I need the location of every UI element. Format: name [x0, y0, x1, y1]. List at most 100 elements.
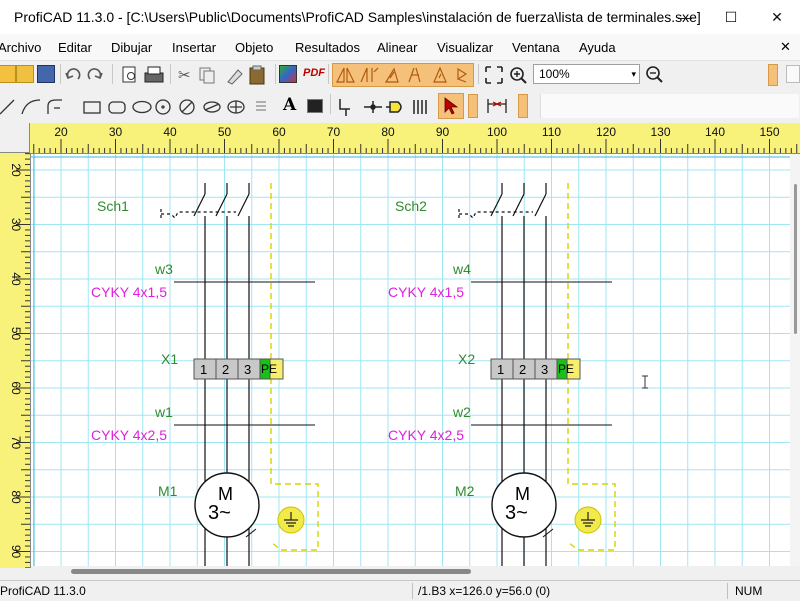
schematic-unit-1: [160, 183, 319, 566]
zoom-out-icon[interactable]: [645, 65, 665, 85]
menu-dibujar[interactable]: Dibujar: [111, 40, 152, 55]
h-ruler-label: 110: [542, 125, 561, 139]
undo-redo-icons[interactable]: [64, 65, 104, 85]
table-tool-icon[interactable]: [307, 99, 323, 113]
vertical-scrollbar-thumb[interactable]: [794, 184, 797, 334]
wire-tools-icons[interactable]: [338, 96, 438, 118]
motor-glyph-3-phase: 3~: [505, 502, 528, 524]
pdf-export-icon[interactable]: PDF: [303, 67, 325, 79]
extra-toolbar-stub[interactable]: [786, 65, 800, 83]
zoom-tools-icons[interactable]: [484, 65, 528, 85]
switch-label-sch1: Sch1: [97, 198, 129, 214]
dimension-tool-icon[interactable]: [485, 96, 515, 116]
menu-resultados[interactable]: Resultados: [295, 40, 360, 55]
separator: [275, 64, 276, 84]
menu-alinear[interactable]: Alinear: [377, 40, 417, 55]
h-ruler-label: 50: [218, 125, 232, 139]
h-ruler-label: 130: [650, 125, 670, 139]
open-folder-icon[interactable]: [16, 65, 34, 83]
horizontal-scrollbar-thumb[interactable]: [71, 569, 471, 574]
vertical-ruler-ticks: 20 30 40 50 60 70 80 90: [9, 153, 30, 568]
cable-type-w2: CYKY 4x2,5: [388, 427, 465, 443]
toolbar-overflow-chevron[interactable]: [518, 94, 528, 118]
separator: [60, 64, 61, 84]
terminal-2: 2: [222, 362, 230, 377]
cable-type-w3: CYKY 4x1,5: [91, 284, 168, 300]
status-numlock: NUM: [735, 584, 763, 598]
cable-name-w4: w4: [453, 261, 471, 277]
v-ruler-label: 60: [9, 381, 23, 395]
horizontal-scrollbar[interactable]: [31, 566, 800, 578]
menu-insertar[interactable]: Insertar: [172, 40, 216, 55]
h-ruler-label: 60: [272, 125, 286, 139]
chevron-down-icon: ▾: [631, 69, 636, 79]
motor-label-m2: M2: [455, 483, 475, 499]
vertical-ruler: 20 30 40 50 60 70 80 90: [0, 153, 31, 568]
menu-ventana[interactable]: Ventana: [512, 40, 560, 55]
cable-type-w4: CYKY 4x1,5: [388, 284, 465, 300]
cable-name-w1: w1: [155, 404, 173, 420]
menu-editar[interactable]: Editar: [58, 40, 92, 55]
close-button[interactable]: ✕: [754, 0, 800, 34]
vertical-scrollbar[interactable]: [790, 154, 800, 566]
status-bar: ProfiCAD 11.3.0 /1.B3 x=126.0 y=56.0 (0)…: [0, 580, 800, 601]
text-tool-icon[interactable]: A: [283, 95, 296, 115]
arrow-cursor-icon: [444, 97, 459, 115]
terminal-2: 2: [519, 362, 527, 377]
h-ruler-label: 100: [487, 125, 507, 139]
separator: [478, 64, 479, 84]
maximize-button[interactable]: ☐: [708, 0, 754, 34]
standard-toolbar: ✂ PDF 100% ▾: [0, 61, 800, 91]
print-preview-print-icons[interactable]: [121, 65, 165, 85]
flip-rotate-icons[interactable]: [334, 64, 474, 86]
cable-name-w2: w2: [453, 404, 471, 420]
terminal-3: 3: [244, 362, 252, 377]
h-ruler-label: 70: [327, 125, 341, 139]
v-ruler-label: 20: [9, 163, 23, 177]
terminal-pe: PE: [261, 362, 278, 376]
minimize-button[interactable]: —: [662, 0, 708, 34]
earth-symbol: [277, 506, 305, 534]
zoom-select[interactable]: 100% ▾: [533, 64, 640, 84]
menu-archivo[interactable]: Archivo: [0, 40, 41, 55]
h-ruler-label: 40: [163, 125, 177, 139]
cable-type-w1: CYKY 4x2,5: [91, 427, 168, 443]
v-ruler-label: 30: [9, 218, 23, 232]
terminal-1: 1: [200, 362, 208, 377]
menu-ayuda[interactable]: Ayuda: [579, 40, 616, 55]
status-cursor-position: /1.B3 x=126.0 y=56.0 (0): [418, 584, 551, 598]
text-cursor-icon: [642, 375, 648, 389]
image-icon[interactable]: [279, 65, 297, 83]
separator: [170, 64, 171, 84]
terminal-label-x2: X2: [458, 351, 476, 367]
document-close-button[interactable]: ✕: [780, 39, 791, 55]
window-title: ProfiCAD 11.3.0 - [C:\Users\Public\Docum…: [14, 9, 701, 25]
schematic-unit-2: [458, 183, 616, 566]
save-icon[interactable]: [37, 65, 55, 83]
v-ruler-label: 90: [9, 545, 23, 559]
v-ruler-label: 50: [9, 327, 23, 341]
shape-tools-icons[interactable]: [0, 96, 275, 118]
motor-glyph-3-phase: 3~: [208, 502, 231, 524]
toolbar-overflow-chevron[interactable]: [468, 94, 478, 118]
cable-name-w3: w3: [155, 261, 173, 277]
menu-bar: Archivo Editar Dibujar Insertar Objeto R…: [0, 34, 800, 61]
terminal-3: 3: [541, 362, 549, 377]
zoom-value: 100%: [539, 67, 570, 81]
menu-objeto[interactable]: Objeto: [235, 40, 273, 55]
h-ruler-label: 150: [759, 125, 779, 139]
h-ruler-label: 30: [109, 125, 123, 139]
motor-label-m1: M1: [158, 483, 178, 499]
new-icon[interactable]: [0, 65, 16, 83]
horizontal-ruler: 20 30 40 50 60 70 80 90 100 110 120 130 140 150: [30, 123, 800, 154]
ruler-corner: [0, 123, 30, 153]
clipboard-icons[interactable]: ✂: [176, 64, 272, 86]
h-ruler-label: 80: [381, 125, 395, 139]
terminal-pe: PE: [558, 362, 575, 376]
menu-visualizar[interactable]: Visualizar: [437, 40, 493, 55]
toolbar-overflow-chevron[interactable]: [768, 64, 778, 86]
drawing-canvas[interactable]: Sch1 w3 CYKY 4x1,5 X1 1 2 3 PE w1 CYKY 4…: [31, 154, 800, 568]
h-ruler-label: 90: [436, 125, 450, 139]
separator: [328, 64, 329, 84]
separator: [412, 583, 413, 599]
